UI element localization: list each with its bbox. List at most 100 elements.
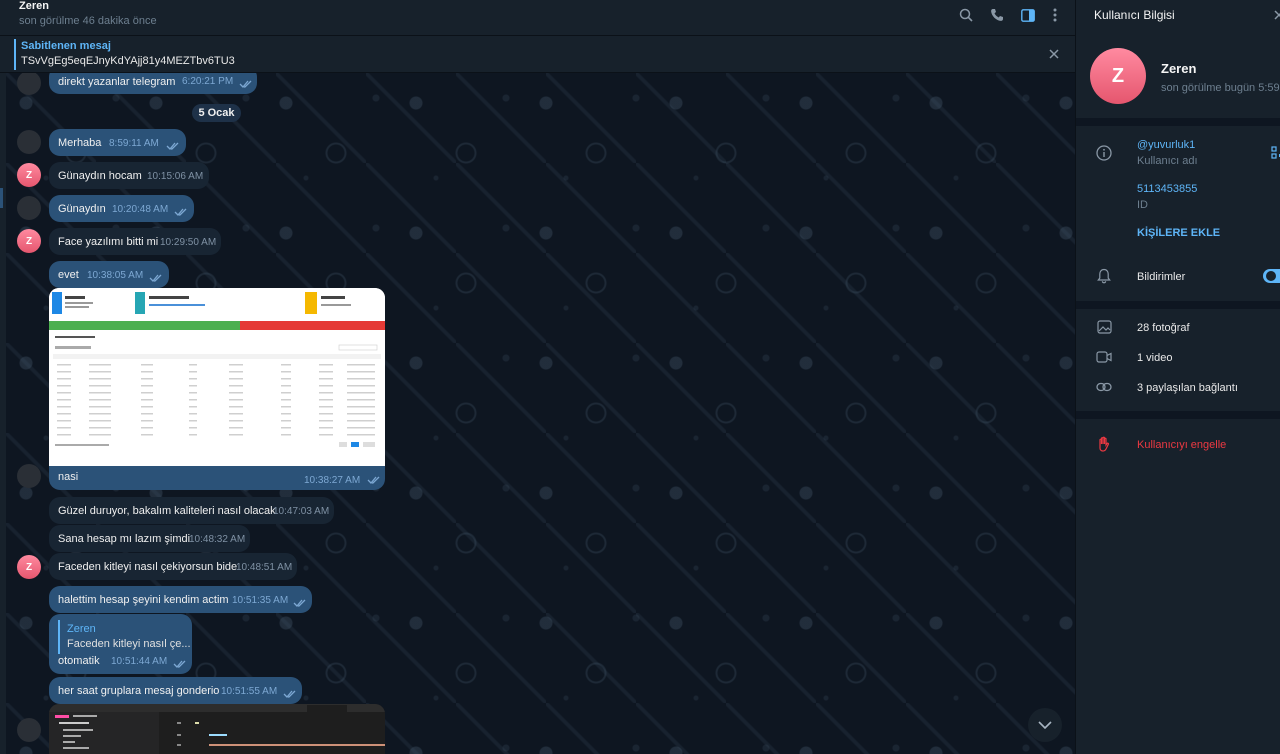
double-check-icon: [367, 476, 380, 484]
toggle-knob: [1266, 271, 1276, 281]
double-check-icon: [166, 142, 179, 150]
pinned-message-bar[interactable]: Sabitlenen mesaj TSvVgEg5eqEJnyKdYAjj81y…: [0, 36, 1075, 73]
message-time: 10:51:55 AM: [221, 686, 278, 697]
double-check-icon: [283, 690, 296, 698]
block-user-button[interactable]: Kullanıcıyı engelle: [1137, 439, 1226, 451]
section-divider: [1076, 118, 1280, 126]
message-time: 10:29:50 AM: [160, 237, 217, 248]
reply-author: Zeren: [67, 623, 96, 635]
close-icon[interactable]: [1046, 46, 1062, 62]
message-time: 10:51:35 AM: [232, 595, 289, 606]
pinned-accent-bar: [14, 39, 16, 70]
message-bubble[interactable]: her saat gruplara mesaj gonderio 10:51:5…: [49, 677, 302, 704]
profile-status: son görülme bugün 5:59:4: [1161, 82, 1280, 94]
qr-code-icon[interactable]: [1271, 146, 1280, 160]
notifications-toggle[interactable]: [1263, 269, 1280, 283]
chat-list-edge: [0, 0, 6, 754]
block-hand-icon: [1095, 435, 1113, 453]
chat-header[interactable]: Zeren son görülme 46 dakika önce: [0, 0, 1075, 36]
message-bubble[interactable]: Merhaba 8:59:11 AM: [49, 129, 186, 156]
message-text: evet: [58, 269, 79, 281]
username-label: Kullanıcı adı: [1137, 155, 1198, 167]
message-time: 10:15:06 AM: [147, 171, 204, 182]
panel-title: Kullanıcı Bilgisi: [1094, 8, 1175, 22]
username-link[interactable]: @yuvurluk1: [1137, 139, 1195, 151]
avatar[interactable]: Z: [17, 555, 41, 579]
avatar[interactable]: [17, 718, 41, 742]
message-bubble[interactable]: Faceden kitleyi nasıl çekiyorsun bide 10…: [49, 553, 297, 580]
double-check-icon: [293, 599, 306, 607]
add-to-contacts-button[interactable]: KİŞİLERE EKLE: [1137, 227, 1220, 239]
info-icon: [1095, 144, 1113, 162]
pinned-text: TSvVgEg5eqEJnyKdYAjj81y4MEZTbv6TU3: [21, 55, 235, 67]
message-time: 10:48:51 AM: [236, 562, 293, 573]
reply-quote[interactable]: Zeren Faceden kitleyi nasıl çe...: [58, 620, 191, 654]
profile-name: Zeren: [1161, 61, 1197, 76]
message-text: her saat gruplara mesaj gonderio: [58, 685, 220, 697]
message-text: halettim hesap şeyini kendim actim: [58, 594, 229, 606]
message-text: Güzel duruyor, bakalım kaliteleri nasıl …: [58, 505, 276, 517]
image-attachment[interactable]: [49, 704, 385, 754]
image-attachment[interactable]: [49, 288, 385, 466]
double-check-icon: [149, 274, 162, 282]
message-bubble[interactable]: evet 10:38:05 AM: [49, 261, 169, 288]
user-id-value[interactable]: 5113453855: [1137, 183, 1197, 195]
pinned-title: Sabitlenen mesaj: [21, 40, 111, 52]
close-icon[interactable]: [1273, 8, 1280, 20]
message-time: 8:59:11 AM: [109, 138, 159, 149]
avatar[interactable]: Z: [17, 163, 41, 187]
avatar[interactable]: [17, 71, 41, 95]
message-bubble[interactable]: Güzel duruyor, bakalım kaliteleri nasıl …: [49, 497, 334, 524]
video-icon: [1095, 348, 1113, 366]
message-text: Faceden kitleyi nasıl çekiyorsun bide: [58, 561, 238, 573]
profile-avatar[interactable]: Z: [1090, 48, 1146, 104]
message-time: 6:20:21 PM: [182, 76, 234, 87]
message-bubble[interactable]: halettim hesap şeyini kendim actim 10:51…: [49, 586, 312, 613]
avatar[interactable]: [17, 196, 41, 220]
message-time: 10:38:05 AM: [87, 270, 144, 281]
notifications-label: Bildirimler: [1137, 271, 1186, 283]
message-text: nasi: [58, 471, 79, 483]
message-bubble[interactable]: Face yazılımı bitti mi 10:29:50 AM: [49, 228, 221, 255]
dashboard-screenshot-image: [49, 288, 385, 466]
avatar[interactable]: Z: [17, 229, 41, 253]
message-bubble[interactable]: Günaydın 10:20:48 AM: [49, 195, 194, 222]
scroll-to-bottom-button[interactable]: [1028, 708, 1062, 742]
avatar[interactable]: [17, 464, 41, 488]
search-icon[interactable]: [955, 4, 977, 26]
message-text: otomatik: [58, 655, 100, 667]
section-divider: [1076, 411, 1280, 419]
message-time: 10:51:44 AM: [111, 656, 168, 667]
user-id-label: ID: [1137, 199, 1148, 211]
user-info-panel: Kullanıcı Bilgisi Z Zeren son görülme bu…: [1075, 0, 1280, 754]
chat-title[interactable]: Zeren: [19, 0, 49, 13]
telegram-window: Zeren son görülme 46 dakika önce Sabitle…: [0, 0, 1280, 754]
message-text: Günaydın: [58, 203, 106, 215]
section-divider: [1076, 301, 1280, 309]
more-vertical-icon[interactable]: [1044, 4, 1066, 26]
double-check-icon: [239, 80, 252, 88]
message-bubble[interactable]: Sana hesap mı lazım şimdi 10:48:32 AM: [49, 525, 250, 552]
chevron-down-icon: [1038, 721, 1052, 729]
sidebar-toggle-icon[interactable]: [1017, 4, 1039, 26]
message-time: 10:38:27 AM: [304, 475, 361, 486]
avatar[interactable]: [17, 130, 41, 154]
shared-videos-item[interactable]: 1 video: [1137, 352, 1172, 364]
active-chat-marker: [0, 188, 3, 208]
double-check-icon: [174, 208, 187, 216]
chat-area: Zeren son görülme 46 dakika önce Sabitle…: [0, 0, 1075, 754]
shared-links-item[interactable]: 3 paylaşılan bağlantı: [1137, 382, 1238, 394]
shared-photos-item[interactable]: 28 fotoğraf: [1137, 322, 1190, 334]
message-text: Face yazılımı bitti mi: [58, 236, 159, 248]
message-text: Merhaba: [58, 137, 102, 149]
code-editor-screenshot-image: [49, 704, 385, 754]
message-time: 10:20:48 AM: [112, 204, 169, 215]
message-text: direkt yazanlar telegram: [58, 76, 176, 88]
message-time: 10:47:03 AM: [273, 506, 330, 517]
message-bubble[interactable]: nasi 10:38:27 AM: [49, 466, 385, 490]
message-text: Sana hesap mı lazım şimdi: [58, 533, 191, 545]
message-bubble[interactable]: Günaydın hocam 10:15:06 AM: [49, 162, 209, 189]
message-text: Günaydın hocam: [58, 170, 142, 182]
date-separator: 5 Ocak: [192, 104, 241, 122]
phone-icon[interactable]: [986, 4, 1008, 26]
